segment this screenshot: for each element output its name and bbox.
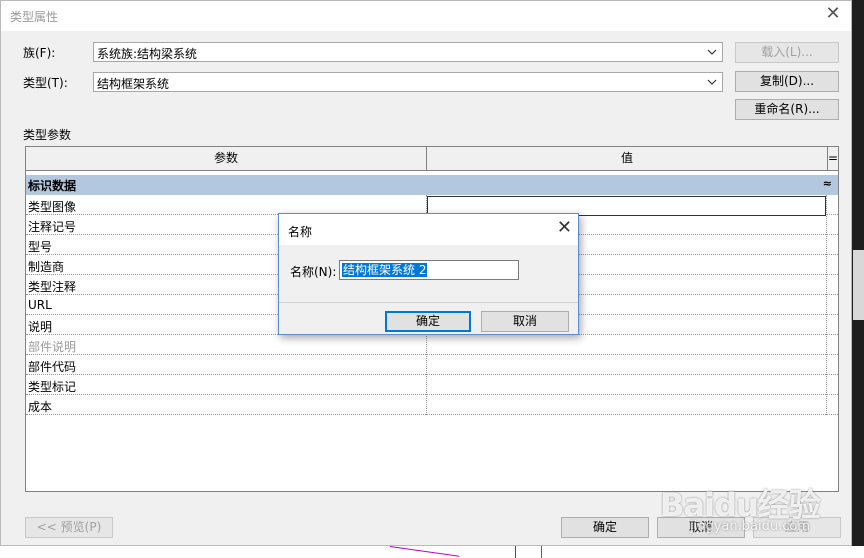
parameter-name: 类型注释 — [28, 280, 77, 294]
column-header-parameter[interactable]: 参数 — [26, 147, 426, 170]
preview-button[interactable]: << 预览(P) — [25, 517, 113, 538]
name-input-value: 结构框架系统 2 — [342, 263, 428, 277]
dialog-divider — [279, 302, 578, 303]
parameter-name: 部件说明 — [28, 340, 77, 354]
load-button[interactable]: 载入(L)... — [735, 42, 839, 63]
close-icon[interactable]: ✕ — [557, 218, 572, 238]
dialog-title: 名称 — [288, 225, 313, 239]
type-parameters-label: 类型参数 — [23, 128, 72, 142]
table-row[interactable]: 部件代码 — [26, 355, 838, 375]
parameter-name: 注释记号 — [28, 220, 77, 234]
parameter-name: 成本 — [28, 400, 53, 414]
ok-button[interactable]: 确定 — [561, 517, 649, 538]
parameter-name: URL — [28, 298, 52, 312]
chevron-down-icon — [707, 49, 717, 55]
table-row[interactable]: 部件说明 — [26, 335, 838, 355]
window-title: 类型属性 — [10, 10, 59, 24]
column-header-formula[interactable]: = — [828, 147, 838, 170]
group-header-identity-data[interactable]: 标识数据 ≈ — [26, 175, 838, 195]
table-row[interactable]: 类型标记 — [26, 375, 838, 395]
dialog-titlebar: 名称 ✕ — [279, 214, 578, 245]
name-input[interactable]: 结构框架系统 2 — [339, 260, 519, 280]
collapse-icon[interactable]: ≈ — [823, 177, 832, 190]
name-dialog: 名称 ✕ 名称(N): 结构框架系统 2 确定 取消 — [278, 213, 579, 335]
close-icon[interactable]: ✕ — [821, 4, 845, 26]
type-properties-window: 类型属性 ✕ 族(F): 系统族:结构梁系统 载入(L)... 类型(T): 结… — [0, 0, 852, 546]
chevron-down-icon — [707, 79, 717, 85]
family-select[interactable]: 系统族:结构梁系统 — [93, 42, 723, 62]
column-header-value[interactable]: 值 — [427, 147, 827, 170]
duplicate-button[interactable]: 复制(D)... — [735, 71, 839, 92]
table-header: 参数 值 = — [26, 147, 838, 171]
name-label: 名称(N): — [290, 265, 337, 279]
type-label: 类型(T): — [23, 76, 68, 90]
family-select-value: 系统族:结构梁系统 — [97, 47, 198, 61]
watermark-url: jingyan.baidu.com — [690, 519, 810, 534]
type-select[interactable]: 结构框架系统 — [93, 72, 723, 92]
background-line — [515, 546, 516, 558]
type-select-value: 结构框架系统 — [97, 77, 170, 91]
group-label: 标识数据 — [28, 179, 77, 193]
parameter-name: 类型图像 — [28, 200, 77, 214]
background-viewport-detail — [853, 250, 864, 320]
parameter-name: 制造商 — [28, 260, 65, 274]
rename-button[interactable]: 重命名(R)... — [735, 99, 839, 120]
family-label: 族(F): — [23, 46, 56, 60]
background-line — [541, 546, 542, 558]
dialog-cancel-button[interactable]: 取消 — [481, 311, 569, 332]
window-titlebar: 类型属性 ✕ — [1, 1, 851, 31]
table-row[interactable]: 成本 — [26, 395, 838, 415]
dialog-ok-button[interactable]: 确定 — [385, 311, 471, 332]
parameter-name: 类型标记 — [28, 380, 77, 394]
column-gridline — [826, 195, 827, 415]
parameter-name: 说明 — [28, 320, 53, 334]
parameter-name: 型号 — [28, 240, 53, 254]
parameter-name: 部件代码 — [28, 360, 77, 374]
